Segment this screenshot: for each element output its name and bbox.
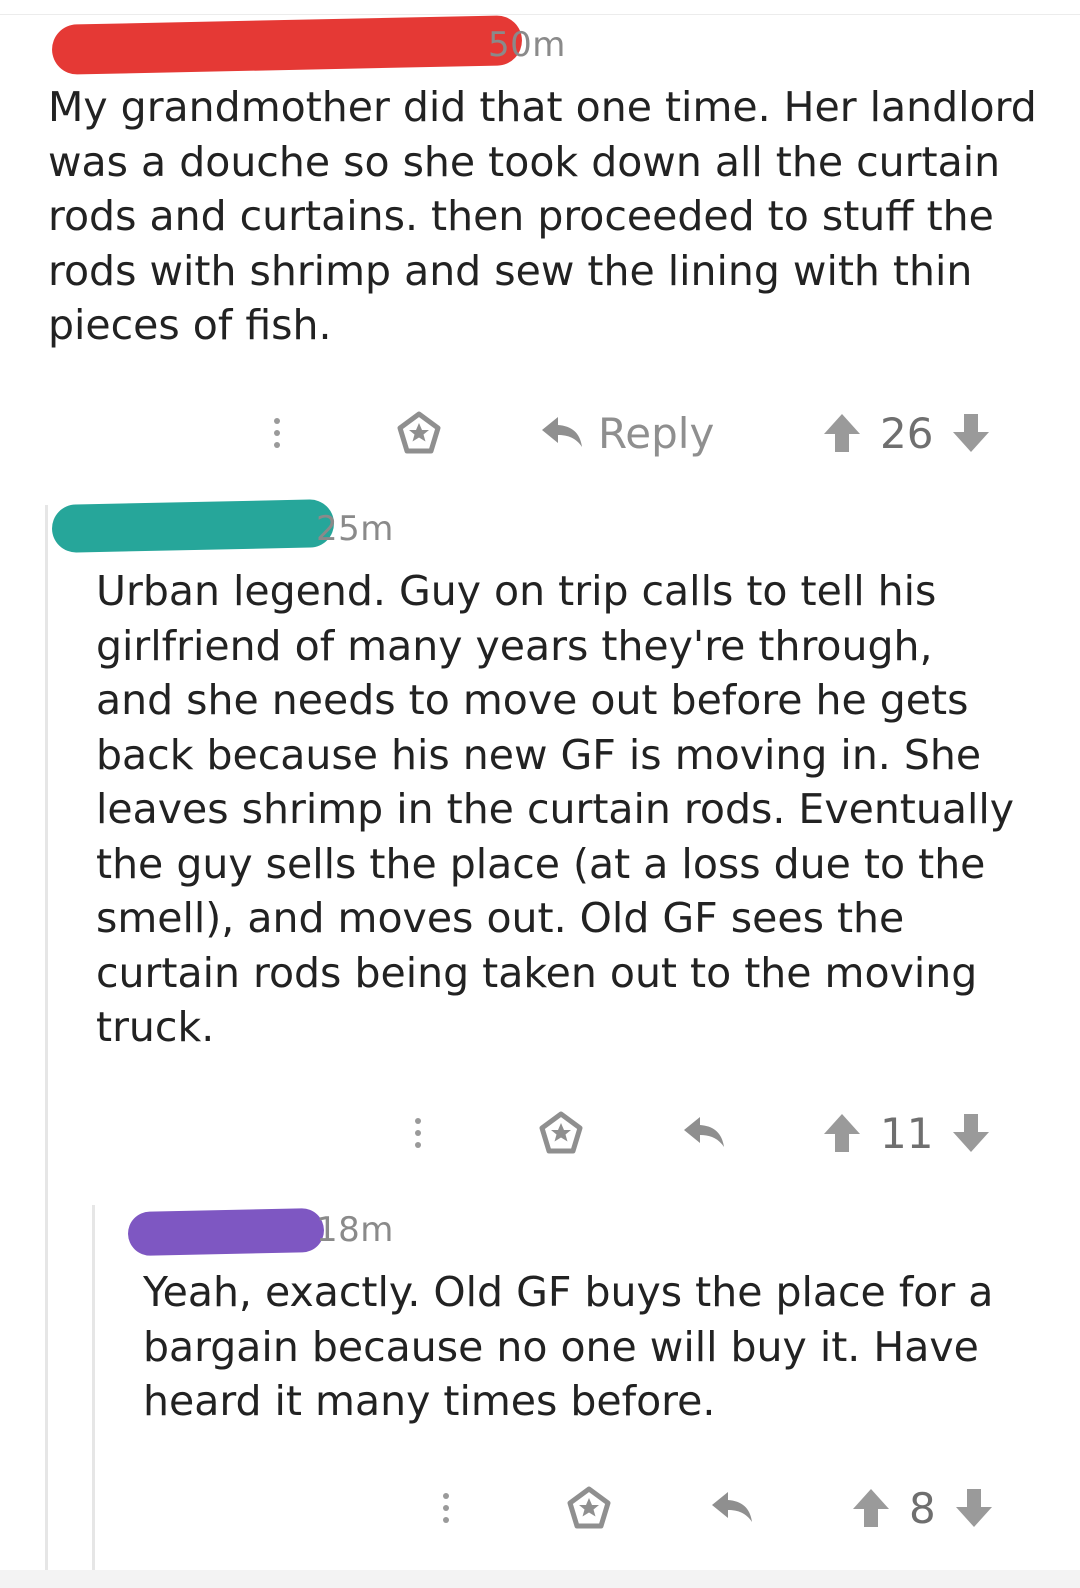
- redacted-username: [127, 1207, 325, 1257]
- vote-controls: 11: [822, 1103, 991, 1163]
- reply-button[interactable]: Reply: [540, 403, 714, 463]
- vote-controls: 26: [822, 403, 991, 463]
- top-divider: [0, 14, 1080, 15]
- reply-button[interactable]: [682, 1103, 726, 1163]
- vote-controls: 8: [851, 1478, 994, 1538]
- downvote-arrow-icon[interactable]: [951, 1112, 991, 1154]
- downvote-arrow-icon[interactable]: [951, 412, 991, 454]
- redacted-username: [51, 15, 523, 75]
- bottom-divider: [0, 1570, 1080, 1588]
- score: 8: [909, 1483, 936, 1533]
- reply-arrow-icon: [542, 417, 582, 447]
- reply-button[interactable]: [710, 1478, 754, 1538]
- comment-timestamp: 50m: [488, 25, 566, 65]
- comment-actions: Reply 26: [0, 403, 1080, 463]
- reply-arrow-icon: [712, 1492, 752, 1522]
- upvote-arrow-icon[interactable]: [822, 412, 862, 454]
- comment-timestamp: 25m: [316, 509, 394, 549]
- more-options-icon[interactable]: [413, 1103, 423, 1163]
- downvote-arrow-icon[interactable]: [954, 1487, 994, 1529]
- score: 11: [880, 1108, 934, 1158]
- more-options-icon[interactable]: [441, 1478, 451, 1538]
- more-options-icon[interactable]: [272, 403, 282, 463]
- comment-body: Urban legend. Guy on trip calls to tell …: [96, 567, 1015, 1051]
- reply-label: Reply: [598, 408, 715, 458]
- award-icon[interactable]: [538, 1103, 584, 1163]
- comment-timestamp: 18m: [316, 1210, 394, 1250]
- award-icon[interactable]: [566, 1478, 612, 1538]
- thread-line-level-1[interactable]: [45, 505, 48, 1588]
- upvote-arrow-icon[interactable]: [822, 1112, 862, 1154]
- comment-body: My grandmother did that one time. Her la…: [48, 83, 1037, 349]
- comment-actions: 8: [0, 1478, 1080, 1538]
- reply-arrow-icon: [684, 1117, 724, 1147]
- comment-actions: 11: [0, 1103, 1080, 1163]
- comment-body: Yeah, exactly. Old GF buys the place for…: [143, 1268, 994, 1425]
- redacted-username: [51, 499, 335, 553]
- upvote-arrow-icon[interactable]: [851, 1487, 891, 1529]
- award-icon[interactable]: [396, 403, 442, 463]
- score: 26: [880, 408, 934, 458]
